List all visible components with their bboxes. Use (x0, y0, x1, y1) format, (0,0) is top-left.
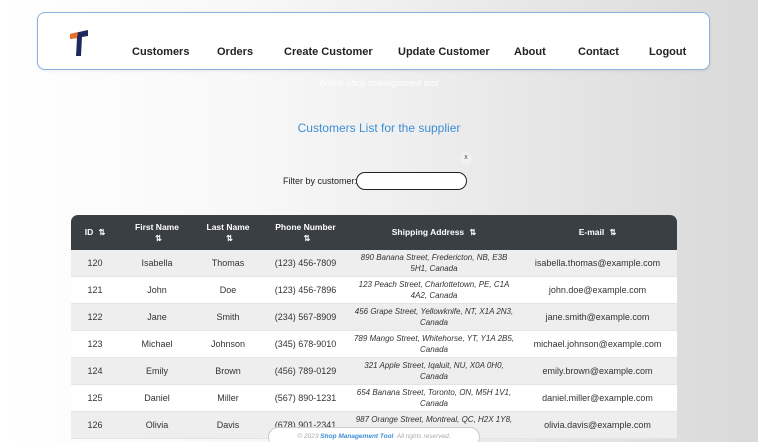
cell-id: 121 (71, 277, 119, 304)
cell-address: 123 Peach Street, Charlottetown, PE, C1A… (350, 277, 518, 304)
cell-address: 890 Banana Street, Fredericton, NB, E3B … (350, 250, 518, 277)
footer: © 2023 Shop Management Tool. All rights … (268, 427, 480, 442)
cell-email: isabella.thomas@example.com (518, 250, 677, 277)
cell-last-name: Johnson (195, 331, 261, 358)
nav-customers[interactable]: Customers (132, 46, 189, 58)
footer-brand: Shop Management Tool (320, 433, 394, 440)
sort-icon[interactable]: ⇅ (610, 228, 617, 237)
customers-table: ID ⇅ First Name ⇅ Last Name ⇅ Phone Numb… (71, 215, 677, 439)
cell-id: 123 (71, 331, 119, 358)
header-email: E-mail ⇅ (518, 215, 677, 250)
header-label: ID (84, 227, 94, 237)
cell-phone: (123) 456-7896 (261, 277, 350, 304)
cell-first-name: John (119, 277, 195, 304)
cell-phone: (567) 890-1231 (261, 385, 350, 412)
header-label: Phone Number (275, 221, 336, 232)
nav-about[interactable]: About (514, 46, 546, 58)
brand-logo-icon[interactable] (68, 27, 90, 57)
header-first-name: First Name ⇅ (119, 215, 195, 250)
footer-prefix: © 2023 (297, 433, 321, 440)
sort-icon[interactable]: ⇅ (155, 234, 162, 243)
cell-first-name: Olivia (119, 412, 195, 439)
sort-icon[interactable]: ⇅ (470, 228, 477, 237)
cell-phone: (456) 789-0129 (261, 358, 350, 385)
header-label: First Name (135, 221, 179, 232)
cell-email: john.doe@example.com (518, 277, 677, 304)
cell-first-name: Daniel (119, 385, 195, 412)
cell-email: emily.brown@example.com (518, 358, 677, 385)
cell-last-name: Thomas (195, 250, 261, 277)
footer-suffix: . All rights reserved. (393, 433, 451, 440)
nav-logout[interactable]: Logout (649, 46, 686, 58)
table-row[interactable]: 123 Michael Johnson (345) 678-9010 789 M… (71, 331, 677, 358)
cell-email: olivia.davis@example.com (518, 412, 677, 439)
cell-id: 124 (71, 358, 119, 385)
cell-id: 120 (71, 250, 119, 277)
cell-last-name: Doe (195, 277, 261, 304)
cell-address: 456 Grape Street, Yellowknife, NT, X1A 2… (350, 304, 518, 331)
table-row[interactable]: 121 John Doe (123) 456-7896 123 Peach St… (71, 277, 677, 304)
table-header-row: ID ⇅ First Name ⇅ Last Name ⇅ Phone Numb… (71, 215, 677, 250)
sort-icon[interactable]: ⇅ (226, 234, 233, 243)
header-shipping-address: Shipping Address ⇅ (350, 215, 518, 250)
cell-first-name: Michael (119, 331, 195, 358)
header-label: Last Name (206, 221, 250, 232)
cell-phone: (234) 567-8909 (261, 304, 350, 331)
filter-customer-input[interactable] (356, 172, 467, 190)
tagline: online-shop management tool (319, 78, 439, 88)
header-label: Shipping Address (391, 227, 465, 237)
cell-id: 126 (71, 412, 119, 439)
table-row[interactable]: 125 Daniel Miller (567) 890-1231 654 Ban… (71, 385, 677, 412)
sort-icon[interactable]: ⇅ (99, 228, 106, 237)
table-row[interactable]: 124 Emily Brown (456) 789-0129 321 Apple… (71, 358, 677, 385)
cell-email: daniel.miller@example.com (518, 385, 677, 412)
table-row[interactable]: 122 Jane Smith (234) 567-8909 456 Grape … (71, 304, 677, 331)
cell-phone: (123) 456-7809 (261, 250, 350, 277)
cell-id: 122 (71, 304, 119, 331)
filter-label: Filter by customer: (283, 176, 358, 186)
sort-icon[interactable]: ⇅ (304, 234, 311, 243)
cell-last-name: Miller (195, 385, 261, 412)
header-id: ID ⇅ (71, 215, 119, 250)
cell-address: 321 Apple Street, Iqaluit, NU, X0A 0H0, … (350, 358, 518, 385)
header-last-name: Last Name ⇅ (195, 215, 261, 250)
cell-phone: (345) 678-9010 (261, 331, 350, 358)
cell-last-name: Davis (195, 412, 261, 439)
clear-filter-button[interactable]: x (460, 152, 472, 164)
header-label: E-mail (578, 227, 605, 237)
nav-create-customer[interactable]: Create Customer (284, 46, 373, 58)
nav-update-customer[interactable]: Update Customer (398, 46, 490, 58)
nav-contact[interactable]: Contact (578, 46, 619, 58)
table-body: 120 Isabella Thomas (123) 456-7809 890 B… (71, 250, 677, 439)
cell-first-name: Jane (119, 304, 195, 331)
cell-address: 654 Banana Street, Toronto, ON, M5H 1V1,… (350, 385, 518, 412)
table-row[interactable]: 120 Isabella Thomas (123) 456-7809 890 B… (71, 250, 677, 277)
page-title: Customers List for the supplier (297, 121, 461, 135)
nav-orders[interactable]: Orders (217, 46, 253, 58)
cell-last-name: Smith (195, 304, 261, 331)
cell-last-name: Brown (195, 358, 261, 385)
cell-first-name: Emily (119, 358, 195, 385)
cell-id: 125 (71, 385, 119, 412)
cell-first-name: Isabella (119, 250, 195, 277)
cell-address: 789 Mango Street, Whitehorse, YT, Y1A 2B… (350, 331, 518, 358)
top-navbar: Customers Orders Create Customer Update … (37, 12, 710, 70)
cell-email: jane.smith@example.com (518, 304, 677, 331)
header-phone-number: Phone Number ⇅ (261, 215, 350, 250)
cell-email: michael.johnson@example.com (518, 331, 677, 358)
